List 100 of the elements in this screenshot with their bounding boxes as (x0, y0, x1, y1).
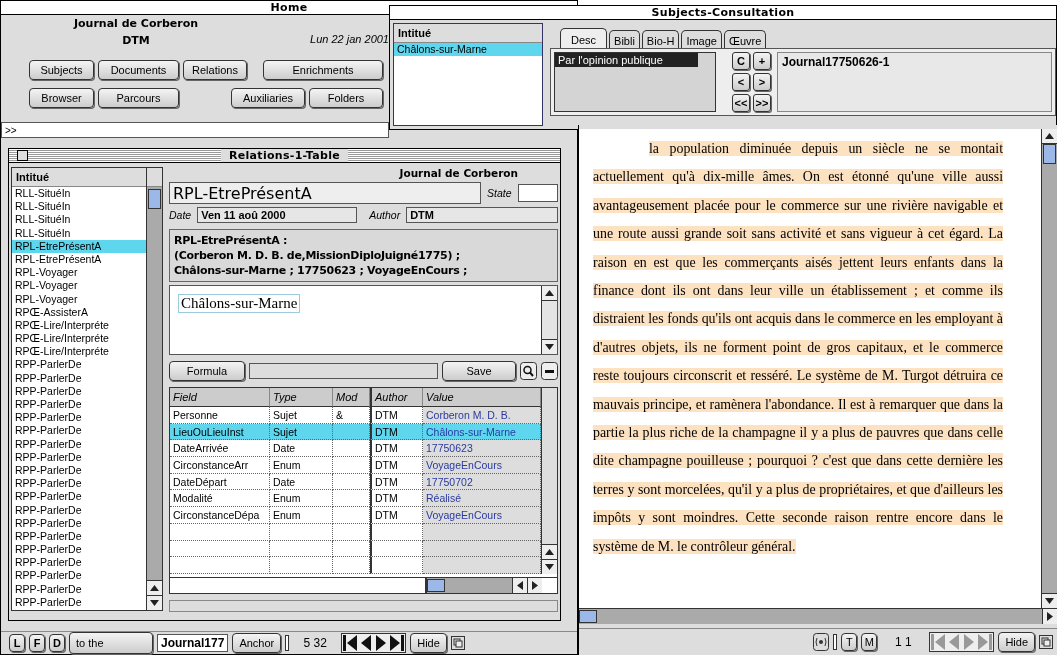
nav-button[interactable]: C (732, 52, 750, 70)
scroll-thumb[interactable] (148, 189, 161, 209)
author-field[interactable]: DTM (406, 207, 558, 223)
down-arrow-icon[interactable] (545, 563, 554, 570)
scroll-arrow-button[interactable] (147, 580, 162, 595)
list-item[interactable]: RPL-Voyager (12, 292, 146, 306)
tool-button[interactable]: T (841, 633, 858, 651)
right-arrow-icon[interactable] (1047, 612, 1053, 621)
scroll-arrow-button[interactable] (542, 286, 557, 301)
list-item[interactable]: RLL-SituéIn (12, 187, 146, 201)
last-page-icon[interactable] (389, 634, 406, 652)
up-arrow-icon[interactable] (545, 548, 554, 555)
list-item[interactable]: RPŒ-AssisterA (12, 305, 146, 319)
scroll-arrow-button[interactable] (1042, 609, 1057, 624)
search-icon[interactable] (520, 362, 537, 380)
save-button[interactable]: Save (442, 361, 516, 381)
list-item[interactable]: RPŒ-Lire/Interpréte (12, 318, 146, 333)
anchor-button[interactable]: Anchor (232, 633, 282, 653)
nav-button[interactable]: Parcours (98, 88, 179, 108)
nav-button[interactable]: Relations (183, 60, 247, 80)
date-field[interactable]: Ven 11 aoû 2000 (197, 207, 358, 223)
window-stack-icon[interactable] (450, 636, 465, 650)
list-item[interactable]: RPP-ParlerDe (12, 384, 146, 398)
list-item[interactable]: RPL-EtrePrésentA (12, 239, 146, 253)
list-item[interactable]: RPP-ParlerDe (12, 543, 146, 557)
up-arrow-icon[interactable] (1045, 133, 1054, 139)
scroll-arrow-button[interactable] (1042, 129, 1057, 144)
list-item[interactable]: RPP-ParlerDe (12, 424, 146, 438)
nav-button[interactable]: Folders (309, 88, 383, 108)
column-header[interactable]: Type (270, 388, 333, 407)
column-header[interactable]: Value (423, 388, 541, 407)
hide-button[interactable]: Hide (998, 632, 1035, 652)
nav-button[interactable]: Browser (29, 88, 94, 108)
list-item[interactable]: RPP-ParlerDe (12, 463, 146, 478)
letter-button[interactable]: F (29, 634, 45, 652)
list-item[interactable]: RPP-ParlerDe (12, 398, 146, 412)
nav-button[interactable]: Enrichments (263, 60, 383, 80)
tab[interactable]: Œuvre (723, 30, 767, 48)
list-item[interactable]: RPP-ParlerDe (12, 582, 146, 596)
scroll-arrow-button[interactable] (147, 595, 162, 610)
down-arrow-icon[interactable] (150, 600, 159, 606)
radio-wave-icon[interactable] (813, 633, 830, 651)
formula-field[interactable] (249, 363, 438, 379)
tab[interactable]: Desc (560, 28, 608, 48)
state-field[interactable] (517, 184, 558, 202)
letter-button[interactable]: L (9, 634, 25, 652)
last-page-icon[interactable] (977, 633, 994, 651)
list-item[interactable]: RPP-ParlerDe (12, 490, 146, 504)
list-item[interactable]: RPP-ParlerDe (12, 503, 146, 517)
relation-name-field[interactable]: RPL-EtrePrésentA (169, 182, 481, 204)
scroll-arrow-button[interactable] (542, 339, 557, 354)
journal-field[interactable]: Journal177 (157, 634, 229, 652)
scroll-thumb[interactable] (1043, 144, 1056, 164)
list-item[interactable]: RPP-ParlerDe (12, 477, 146, 491)
nav-button[interactable]: Subjects (29, 60, 94, 80)
scroll-thumb[interactable] (579, 610, 597, 623)
tab[interactable]: Bio-H (641, 30, 680, 48)
nav-button[interactable]: > (753, 73, 771, 91)
list-item[interactable]: RPŒ-Lire/Interpréte (12, 332, 146, 346)
column-header[interactable]: Mod (333, 388, 370, 407)
column-header[interactable]: Author (370, 388, 423, 407)
nav-button[interactable]: << (732, 94, 750, 112)
letter-button[interactable]: D (49, 634, 65, 652)
list-item[interactable]: RPP-ParlerDe (12, 595, 146, 609)
scroll-thumb[interactable] (427, 579, 445, 592)
list-item[interactable]: RPL-Voyager (12, 266, 146, 280)
down-arrow-icon[interactable] (545, 344, 554, 350)
first-page-icon[interactable] (342, 634, 359, 652)
list-item[interactable]: RPP-ParlerDe (12, 358, 146, 372)
nav-button[interactable]: < (732, 73, 750, 91)
left-arrow-icon[interactable] (517, 581, 523, 590)
list-item[interactable]: Châlons-sur-Marne (394, 43, 542, 57)
note-value[interactable]: Châlons-sur-Marne (178, 294, 301, 313)
minus-icon[interactable] (541, 362, 558, 380)
nav-button[interactable]: >> (753, 94, 771, 112)
tool-button[interactable]: M (861, 633, 878, 651)
column-header[interactable]: Field (170, 388, 270, 407)
formula-button[interactable]: Formula (169, 361, 245, 381)
scroll-arrow-button[interactable] (542, 543, 557, 559)
list-item[interactable]: RPP-ParlerDe (12, 371, 146, 385)
up-arrow-icon[interactable] (150, 585, 159, 591)
list-item[interactable]: RPP-ParlerDe (12, 556, 146, 570)
list-item[interactable]: RPL-Voyager (12, 279, 146, 293)
list-item[interactable]: RPP-ParlerDe (12, 569, 146, 583)
list-item[interactable]: RPP-ParlerDe (12, 450, 146, 464)
nav-button[interactable]: Auxiliaries (231, 88, 305, 108)
close-box[interactable] (17, 150, 28, 161)
scroll-arrow-button[interactable] (1042, 593, 1057, 608)
list-item[interactable]: RPP-ParlerDe (12, 411, 146, 425)
list-item[interactable]: RPŒ-Lire/Interpréte (12, 345, 146, 359)
nav-button[interactable]: + (753, 52, 771, 70)
list-item[interactable]: RPP-ParlerDe (12, 437, 146, 451)
nav-button[interactable]: Documents (98, 60, 179, 80)
down-arrow-icon[interactable] (1045, 598, 1054, 604)
hide-button[interactable]: Hide (410, 633, 447, 653)
list-item[interactable]: RPP-ParlerDe (12, 529, 146, 544)
list-item[interactable]: RLL-SituéIn (12, 213, 146, 227)
scroll-arrow-button[interactable] (512, 578, 527, 593)
list-item[interactable]: RPL-EtrePrésentA (12, 252, 146, 267)
command-field[interactable]: >> (1, 122, 389, 138)
